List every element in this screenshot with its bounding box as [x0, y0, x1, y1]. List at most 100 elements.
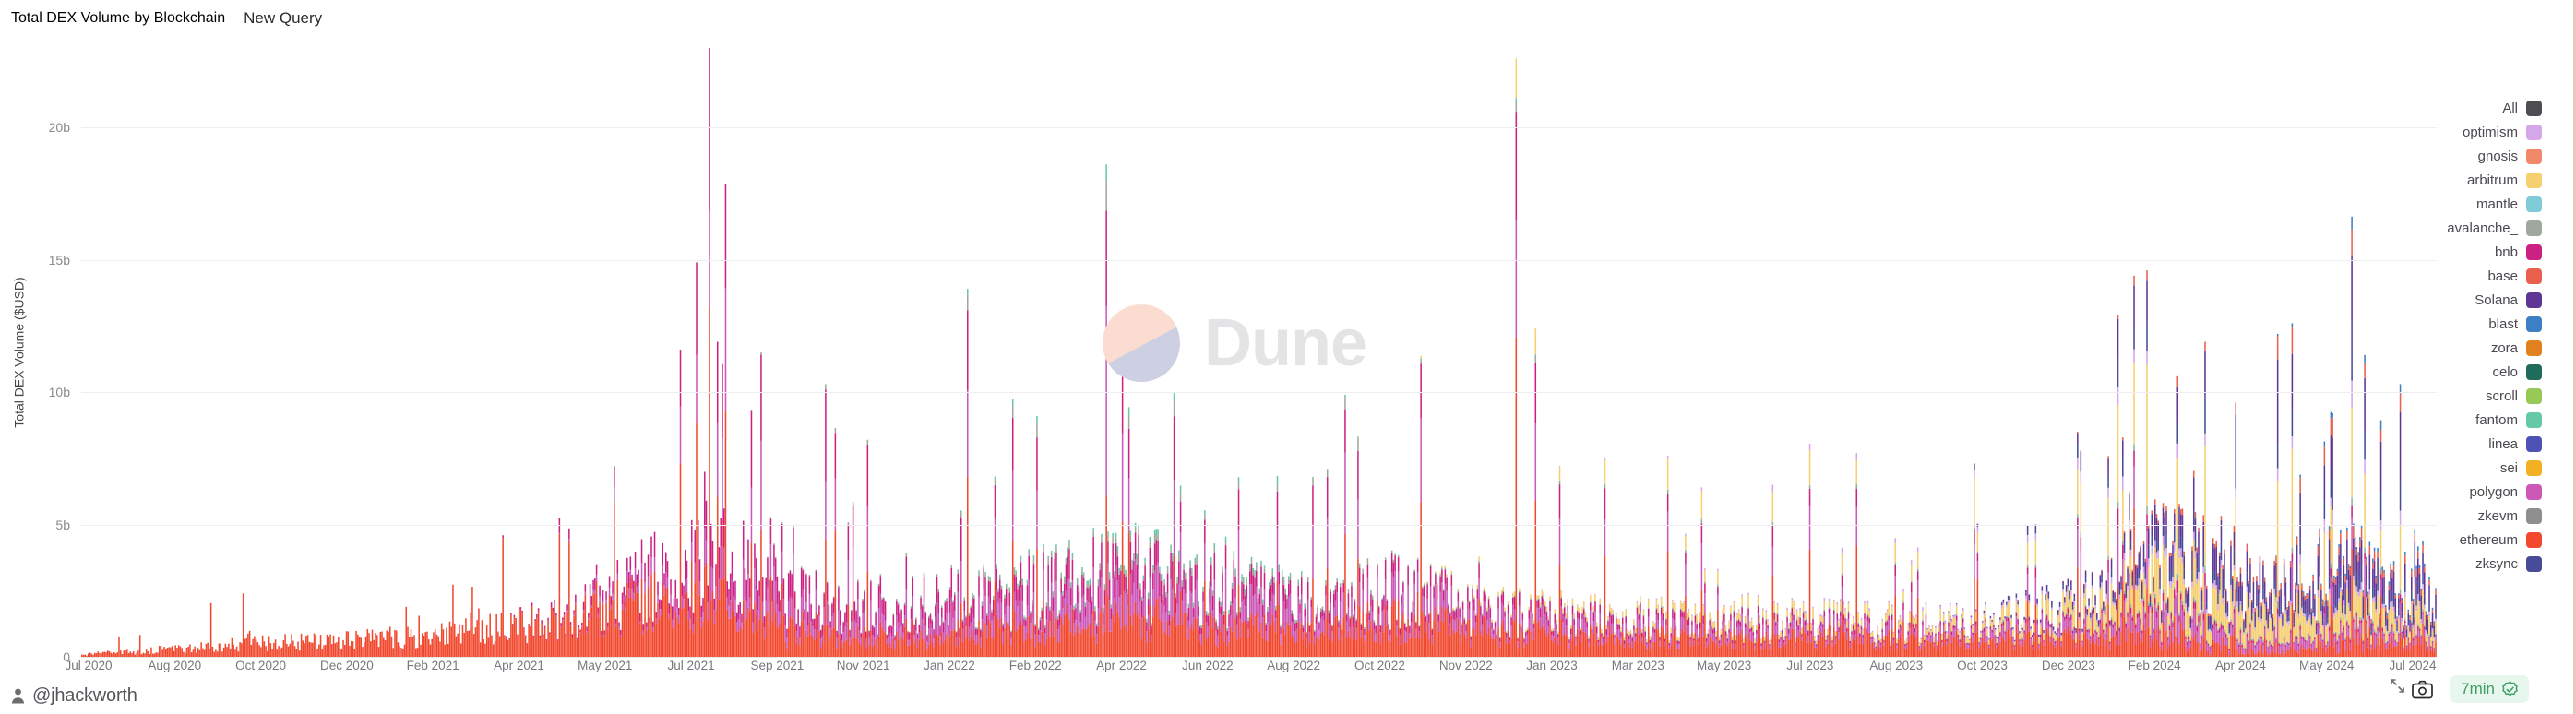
legend-item-base[interactable]: base — [2447, 264, 2542, 288]
legend-color-swatch — [2526, 339, 2542, 356]
x-axis-tick-label: Nov 2021 — [836, 659, 890, 672]
legend-color-swatch — [2526, 555, 2542, 572]
legend-color-swatch — [2526, 531, 2542, 548]
legend-item-label: celo — [2492, 363, 2518, 380]
x-axis-tick-label: Jul 2024 — [2389, 659, 2437, 672]
legend-color-swatch — [2526, 315, 2542, 332]
legend-color-swatch — [2526, 172, 2542, 188]
legend-item-label: All — [2502, 100, 2518, 116]
x-axis-tick-label: Feb 2021 — [406, 659, 459, 672]
legend-color-swatch — [2526, 292, 2542, 308]
legend-item-label: mantle — [2475, 196, 2518, 212]
x-axis-tick-label: Oct 2023 — [1957, 659, 2008, 672]
legend-item-label: base — [2487, 268, 2518, 284]
legend-color-swatch — [2526, 268, 2542, 284]
legend-item-zkevm[interactable]: zkevm — [2447, 504, 2542, 528]
legend-item-zksync[interactable]: zksync — [2447, 552, 2542, 576]
legend-item-label: optimism — [2462, 124, 2518, 140]
x-axis-tick-label: Apr 2021 — [494, 659, 544, 672]
legend-item-label: linea — [2488, 435, 2518, 452]
legend-item-avalanche[interactable]: avalanche_ — [2447, 216, 2542, 240]
legend-item-label: gnosis — [2477, 148, 2518, 164]
refresh-time-label: 7min — [2461, 680, 2495, 697]
legend-color-swatch — [2526, 363, 2542, 380]
legend-color-swatch — [2526, 387, 2542, 404]
x-axis-tick-label: Feb 2024 — [2128, 659, 2181, 672]
legend-item-all[interactable]: All — [2447, 96, 2542, 120]
legend-item-label: sei — [2499, 459, 2518, 476]
page-title: Total DEX Volume by Blockchain — [11, 10, 226, 26]
author-username: @jhackworth — [32, 685, 137, 706]
y-axis-tick-label: 15b — [48, 252, 70, 268]
legend-item-label: avalanche_ — [2447, 220, 2518, 236]
x-axis-tick-label: May 2023 — [1696, 659, 1752, 672]
x-axis-tick-label: Apr 2024 — [2215, 659, 2266, 672]
x-axis-tick-label: Dec 2023 — [2041, 659, 2095, 672]
legend-item-label: zksync — [2475, 555, 2518, 572]
legend-item-label: bnb — [2494, 244, 2518, 260]
legend-item-zora[interactable]: zora — [2447, 336, 2542, 360]
legend-item-linea[interactable]: linea — [2447, 432, 2542, 456]
x-axis-tick-label: Oct 2020 — [235, 659, 286, 672]
chart-footer-actions: 7min — [2412, 675, 2529, 703]
legend-item-label: ethereum — [2459, 531, 2518, 548]
x-axis-tick-label: Sep 2021 — [750, 659, 805, 672]
legend-color-swatch — [2526, 435, 2542, 452]
legend-item-optimism[interactable]: optimism — [2447, 120, 2542, 144]
x-axis-tick-label: Nov 2022 — [1438, 659, 1493, 672]
legend-item-label: blast — [2488, 315, 2518, 332]
x-axis-tick-label: Jul 2021 — [667, 659, 715, 672]
legend-item-label: Solana — [2475, 292, 2518, 308]
legend-item-label: arbitrum — [2466, 172, 2518, 188]
legend-item-label: zkevm — [2477, 507, 2518, 524]
x-axis-tick-label: Aug 2020 — [148, 659, 202, 672]
gridline — [81, 657, 2437, 658]
x-axis-tick-label: Jan 2022 — [924, 659, 975, 672]
person-icon — [12, 688, 24, 704]
check-circle-icon — [2502, 681, 2518, 696]
chart-legend: All optimism gnosis arbitrum mantle avalanche… — [2447, 96, 2542, 576]
stacked-bar-series — [81, 48, 2437, 657]
legend-item-celo[interactable]: celo — [2447, 360, 2542, 384]
legend-item-label: fantom — [2475, 411, 2518, 428]
legend-color-swatch — [2526, 124, 2542, 140]
x-axis-tick-label: Dec 2020 — [319, 659, 374, 672]
legend-color-swatch — [2526, 459, 2542, 476]
legend-item-ethereum[interactable]: ethereum — [2447, 528, 2542, 552]
x-axis-tick-label: Jun 2022 — [1182, 659, 1234, 672]
y-axis-tick-label: 20b — [48, 120, 70, 136]
legend-item-blast[interactable]: blast — [2447, 312, 2542, 336]
legend-item-fantom[interactable]: fantom — [2447, 408, 2542, 432]
x-axis-tick-label: Jul 2023 — [1786, 659, 1834, 672]
legend-color-swatch — [2526, 196, 2542, 212]
legend-item-label: zora — [2490, 339, 2518, 356]
gridline — [81, 259, 2437, 261]
x-axis-tick-label: Feb 2022 — [1008, 659, 1062, 672]
y-axis-labels: 0 5b 10b 15b 20b — [0, 48, 81, 664]
legend-color-swatch — [2526, 411, 2542, 428]
x-axis-tick-label: Aug 2022 — [1267, 659, 1321, 672]
camera-icon[interactable] — [2412, 680, 2433, 699]
gridline — [81, 127, 2437, 129]
legend-item-scroll[interactable]: scroll — [2447, 384, 2542, 408]
x-axis-tick-label: Aug 2023 — [1869, 659, 1924, 672]
chart-header: Total DEX Volume by Blockchain New Query — [0, 0, 2573, 37]
x-axis-tick-label: May 2021 — [578, 659, 633, 672]
legend-item-solana[interactable]: Solana — [2447, 288, 2542, 312]
legend-item-polygon[interactable]: polygon — [2447, 480, 2542, 504]
x-axis-tick-label: Oct 2022 — [1354, 659, 1405, 672]
y-axis-tick-label: 10b — [48, 385, 70, 400]
legend-item-bnb[interactable]: bnb — [2447, 240, 2542, 264]
legend-item-arbitrum[interactable]: arbitrum — [2447, 168, 2542, 192]
refresh-status-badge[interactable]: 7min — [2450, 675, 2529, 703]
query-name-label[interactable]: New Query — [244, 9, 322, 28]
plot-area — [81, 48, 2437, 658]
legend-color-swatch — [2526, 507, 2542, 524]
legend-color-swatch — [2526, 483, 2542, 500]
x-axis-tick-label: Jul 2020 — [65, 659, 113, 672]
legend-item-gnosis[interactable]: gnosis — [2447, 144, 2542, 168]
legend-item-sei[interactable]: sei — [2447, 456, 2542, 480]
legend-item-mantle[interactable]: mantle — [2447, 192, 2542, 216]
expand-icon[interactable] — [2390, 678, 2405, 694]
gridline — [81, 392, 2437, 394]
